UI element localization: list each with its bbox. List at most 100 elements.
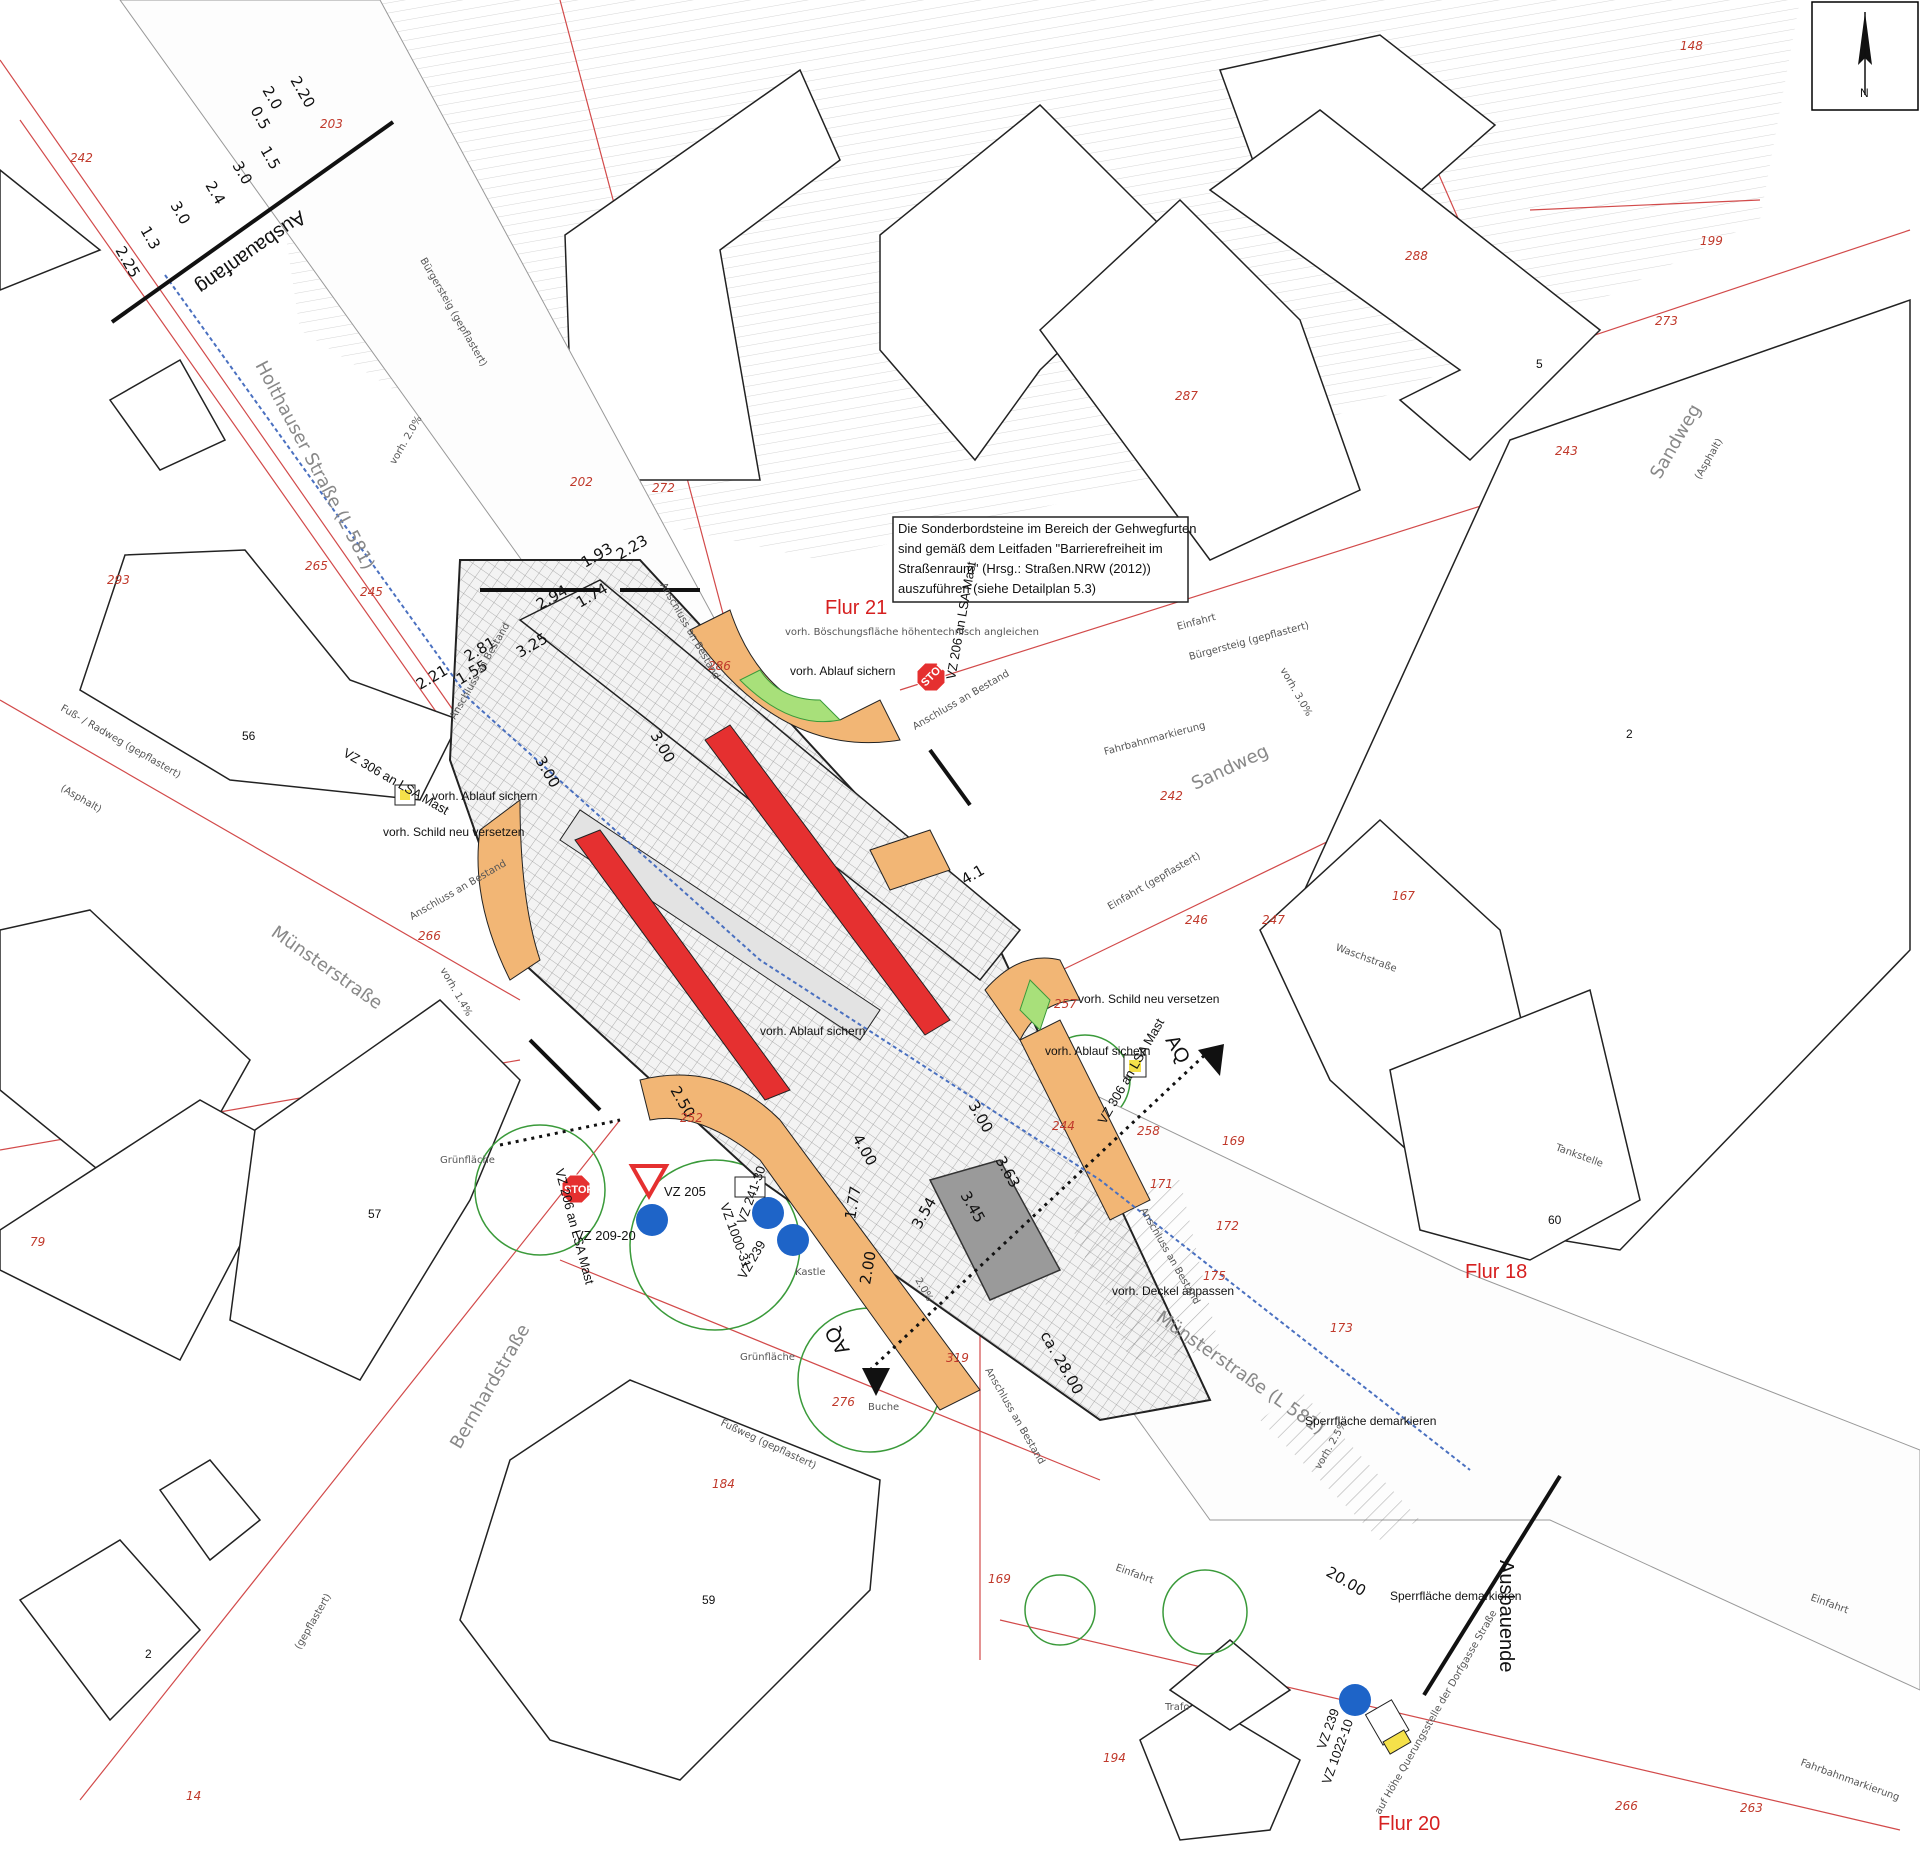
lbl-abl-n: vorh. Ablauf sichern [790, 664, 895, 678]
house-number: 2 [145, 1647, 152, 1661]
lbl-rinne2: Fahrbahnmarkierung [1799, 1757, 1901, 1803]
lbl-asphalt: (Asphalt) [59, 783, 104, 815]
lbl-gepflastert-sw: (gepflastert) [293, 1592, 334, 1652]
parcel: 273 [1655, 314, 1678, 328]
parcel: 276 [832, 1395, 855, 1409]
aq-arrow-1 [1198, 1044, 1224, 1076]
dim-d1: 2.21 [413, 661, 451, 693]
lbl-sperr1: Sperrfläche demarkieren [1305, 1414, 1436, 1428]
parcel: 171 [1150, 1177, 1173, 1191]
blue-sign-241 [752, 1197, 784, 1229]
parcel: 293 [107, 573, 130, 587]
parcel: 172 [1216, 1219, 1239, 1233]
note-box: Die Sonderbordsteine im Bereich der Gehw… [892, 516, 1196, 603]
lbl-einfahrt-ne: Einfahrt [1176, 612, 1217, 633]
dim-t6: 2.4 [202, 178, 230, 208]
parcel: 167 [1392, 889, 1415, 903]
north-arrow: N [1811, 1, 1919, 111]
dim-d20: 20.00 [1323, 1563, 1369, 1600]
parcel: 266 [418, 929, 441, 943]
aq-arrow-2 [862, 1368, 890, 1396]
parcel: 148 [1680, 39, 1703, 53]
parcel: 246 [1185, 913, 1208, 927]
note-line-3: Straßenraum" (Hrsg.: Straßen.NRW (2012)) [898, 561, 1151, 576]
lbl-gruen2: Grünfläche [740, 1352, 795, 1363]
parcel: 258 [1137, 1124, 1160, 1138]
lbl-sperr2: Sperrfläche demarkieren [1390, 1589, 1521, 1603]
parcel: 199 [1700, 234, 1723, 248]
lbl-einfahrt-s: Einfahrt [1114, 1562, 1155, 1586]
parcel: 202 [570, 475, 593, 489]
dim-t7: 3.0 [167, 198, 195, 228]
street-holthauser: Holthauser Straße (L 581) [251, 357, 379, 573]
house-number: 5 [1536, 357, 1543, 371]
yield-sign [628, 1164, 670, 1201]
note-line-1: Die Sonderbordsteine im Bereich der Gehw… [898, 521, 1196, 536]
lbl-anschl-s: Anschluss an Bestand [982, 1366, 1046, 1466]
parcel: 244 [1052, 1119, 1075, 1133]
note-line-4: auszuführen (siehe Detailplan 5.3) [898, 581, 1096, 596]
parcel: 272 [652, 481, 675, 495]
dim-t8: 1.3 [137, 223, 165, 253]
lbl-buche: Buche [868, 1402, 899, 1413]
lbl-deckel: vorh. Deckel anpassen [1112, 1284, 1234, 1298]
parcel: 319 [946, 1351, 969, 1365]
parcel: 203 [320, 117, 343, 131]
parcel: 194 [1103, 1751, 1126, 1765]
lbl-gefaelle3: vorh. 2.0% [388, 414, 425, 466]
ausbauende-label: Ausbauende [1495, 1560, 1517, 1672]
house-number: 2 [1626, 727, 1633, 741]
parcel: 286 [708, 659, 731, 673]
parcel: 266 [1615, 1799, 1638, 1813]
parcel: 252 [680, 1111, 703, 1125]
street-sandweg-mid: Sandweg [1188, 741, 1272, 795]
parcel: 245 [360, 585, 383, 599]
parcel: 242 [70, 151, 93, 165]
parcel: 169 [1222, 1134, 1245, 1148]
vz306-e: VZ 306 an LSA Mast [1095, 1015, 1168, 1126]
aq-label-2: AQ [821, 1322, 855, 1358]
street-muenster-w: Münsterstraße [267, 922, 386, 1014]
parcel: 175 [1203, 1269, 1226, 1283]
north-label: N [1860, 86, 1869, 100]
street-bernhard: Bernhardstraße [446, 1321, 534, 1453]
lbl-gefaelle1: vorh. 3.0% [1277, 666, 1314, 718]
parcel: 169 [988, 1572, 1011, 1586]
lbl-bosch: vorh. Böschungsfläche höhentechnisch ang… [785, 627, 1039, 638]
parcel: 173 [1330, 1321, 1353, 1335]
parcel: 265 [305, 559, 328, 573]
flur-20: Flur 20 [1378, 1813, 1440, 1835]
lbl-schild-nw: vorh. Schild neu versetzen [383, 825, 524, 839]
parcel: 242 [1160, 789, 1183, 803]
lbl-abl-c: vorh. Ablauf sichern [760, 1024, 865, 1038]
parcel: 14 [186, 1789, 201, 1803]
lbl-kastle: Kastle [795, 1267, 826, 1278]
vz205: VZ 205 [664, 1184, 706, 1199]
parcel: 257 [1054, 997, 1077, 1011]
vz209: VZ 209-20 [575, 1228, 636, 1243]
dim-t9: 2.25 [112, 243, 144, 281]
lbl-abl-nw: vorh. Ablauf sichern [432, 789, 537, 803]
lbl-gruen1: Grünfläche [440, 1155, 495, 1166]
house-number: 56 [242, 729, 256, 743]
house-number: 59 [702, 1593, 716, 1607]
lbl-schild-e: vorh. Schild neu versetzen [1078, 992, 1219, 1006]
parcel: 243 [1555, 444, 1578, 458]
parcel: 184 [712, 1477, 735, 1491]
site-plan: N Ausbauanfang Ausbauende AQ AQ Die Sond… [0, 0, 1920, 1841]
parcel: 263 [1740, 1801, 1763, 1815]
flur-18: Flur 18 [1465, 1261, 1527, 1283]
house-number: 60 [1548, 1213, 1562, 1227]
note-line-2: sind gemäß dem Leitfaden "Barrierefreihe… [898, 541, 1163, 556]
parcel: 247 [1262, 913, 1285, 927]
parcel: 288 [1405, 249, 1428, 263]
lbl-buerger-e: Bürgersteig (gepflastert) [1188, 620, 1310, 663]
blue-sign-239a [777, 1224, 809, 1256]
aq-label-1: AQ [1161, 1032, 1195, 1068]
lbl-abl-e: vorh. Ablauf sichern [1045, 1044, 1150, 1058]
lbl-trafo: Trafo [1164, 1702, 1190, 1713]
parcel: 287 [1175, 389, 1198, 403]
blue-sign-209 [636, 1204, 668, 1236]
lbl-rinne: Fahrbahnmarkierung [1103, 720, 1207, 758]
lbl-einfahrt-e: Einfahrt (gepflastert) [1106, 851, 1203, 913]
